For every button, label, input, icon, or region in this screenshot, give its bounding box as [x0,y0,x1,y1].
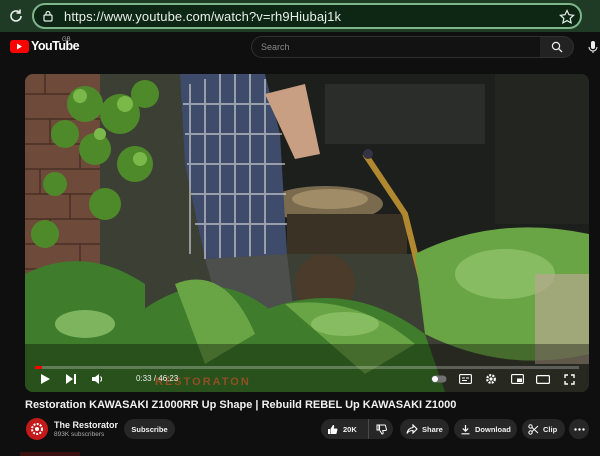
mic-icon [588,41,598,53]
autoplay-toggle[interactable] [430,371,448,387]
next-icon [66,374,76,384]
page-edge-shadow [20,452,80,456]
progress-fill [35,366,42,369]
fullscreen-button[interactable] [561,371,577,387]
subscribe-button[interactable]: Subscribe [124,419,175,439]
share-label: Share [422,424,443,434]
dislike-button[interactable] [369,424,393,435]
bookmark-star-button[interactable] [558,8,576,26]
channel-name[interactable]: The Restorator [54,420,118,430]
clip-icon [528,423,539,435]
theater-icon [536,374,550,384]
download-icon [461,424,470,434]
progress-bar[interactable] [35,366,579,369]
miniplayer-icon [510,374,524,384]
subscriber-count: 893K subscribers [54,431,105,438]
search-box[interactable] [251,36,541,58]
more-actions-button[interactable] [569,419,589,439]
play-button[interactable] [37,371,53,387]
search-input[interactable] [252,37,540,57]
like-dislike-group: 20K [321,419,393,439]
fullscreen-icon [563,373,575,385]
video-player[interactable]: RESTORATON 0:33 / 46:23 [25,74,589,392]
like-button[interactable]: 20K [321,419,369,439]
search-button[interactable] [540,36,574,58]
video-frame [25,74,589,392]
reload-button[interactable] [3,3,29,29]
gear-logo-icon [31,423,43,435]
share-icon [406,424,418,434]
autoplay-icon [431,375,447,383]
logo-text: YouTube [31,39,80,53]
volume-icon [91,374,102,384]
thumbs-up-icon [328,424,338,434]
youtube-logo-icon [10,39,29,53]
search-icon [551,41,562,53]
theater-mode-button[interactable] [535,371,551,387]
clip-label: Clip [543,424,558,434]
video-title: Restoration KAWASAKI Z1000RR Up Shape | … [25,399,457,411]
clip-button[interactable]: Clip [522,419,565,439]
settings-button[interactable] [483,371,499,387]
miniplayer-button[interactable] [509,371,525,387]
lock-icon [40,8,56,24]
next-button[interactable] [63,371,79,387]
channel-avatar[interactable] [26,418,48,440]
share-button[interactable]: Share [400,419,449,439]
play-icon [41,374,50,384]
captions-icon [458,374,472,384]
address-bar[interactable]: https://www.youtube.com/watch?v=rh9Hiuba… [32,3,582,29]
like-count: 20K [343,424,357,434]
download-label: Download [475,424,511,434]
volume-button[interactable] [89,371,105,387]
settings-icon [486,374,496,384]
region-code: GB [62,37,71,43]
captions-button[interactable] [457,371,473,387]
time-display: 0:33 / 46:23 [136,374,179,383]
voice-search-button[interactable] [586,40,600,54]
reload-icon [10,9,22,22]
more-icon [573,427,585,431]
thumbs-down-icon [376,424,387,435]
url-text[interactable]: https://www.youtube.com/watch?v=rh9Hiuba… [64,9,341,24]
download-button[interactable]: Download [454,419,517,439]
star-icon [559,9,575,25]
